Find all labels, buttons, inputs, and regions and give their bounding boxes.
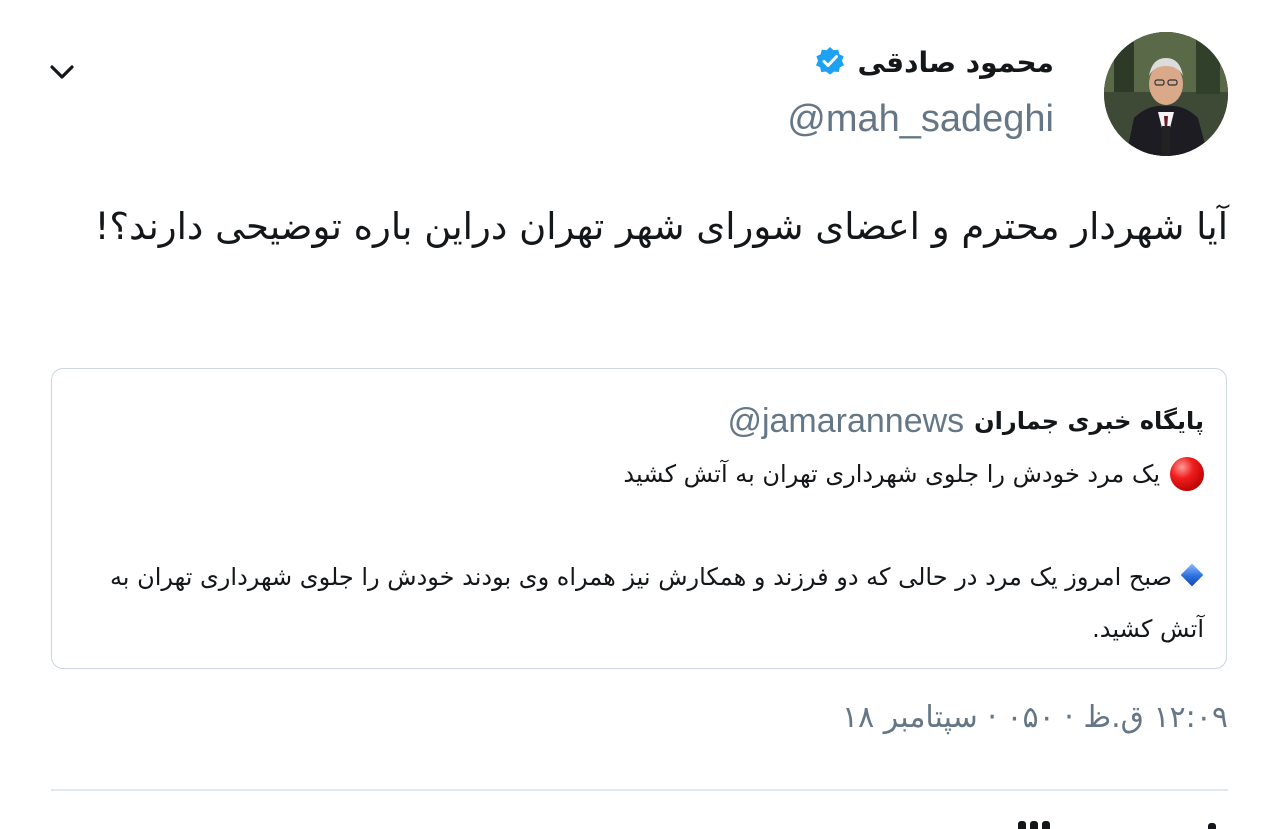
divider	[51, 789, 1228, 791]
author-display-name[interactable]: محمود صادقی	[857, 46, 1054, 79]
avatar-photo	[1104, 32, 1228, 156]
red-circle-icon	[1170, 457, 1204, 491]
verified-badge-icon	[813, 45, 847, 79]
stat-digit-fragment	[1042, 821, 1050, 829]
stats-row-fragment	[1018, 820, 1066, 829]
tweet-text: آیا شهردار محترم و اعضای شورای شهر تهران…	[94, 205, 1228, 248]
quoted-body: صبح امروز یک مرد در حالی که دو فرزند و ه…	[109, 563, 1204, 643]
chevron-down-icon[interactable]	[44, 54, 80, 90]
quoted-author-name: پایگاه خبری جماران	[974, 407, 1204, 435]
quoted-tweet-card[interactable]: پایگاه خبری جماران @jamarannews یک مرد خ…	[51, 368, 1227, 669]
tweet-timestamp[interactable]: ۱۲:۰۹ ق.ظ · ۰۵۰ · سپتامبر ۱۸	[842, 700, 1228, 735]
chevron-down-icon-svg	[50, 65, 74, 79]
author-name-row[interactable]: محمود صادقی	[813, 40, 1054, 84]
quoted-tweet-header: پایگاه خبری جماران @jamarannews	[727, 399, 1204, 443]
tweet-detail: محمود صادقی @mah_sadeghi آیا شهردار محتر…	[0, 0, 1280, 829]
avatar[interactable]	[1104, 32, 1228, 156]
stat-digit-fragment	[1030, 821, 1038, 829]
verified-badge-svg	[816, 47, 845, 75]
quoted-body-paragraph: صبح امروز یک مرد در حالی که دو فرزند و ه…	[104, 551, 1204, 655]
stat-digit-fragment	[1018, 821, 1026, 829]
author-handle[interactable]: @mah_sadeghi	[787, 98, 1054, 141]
stats-row-fragment	[1208, 822, 1228, 829]
quoted-headline: یک مرد خودش را جلوی شهرداری تهران به آتش…	[623, 460, 1160, 488]
stat-digit-fragment	[1208, 823, 1216, 829]
blue-diamond-icon	[1180, 563, 1204, 587]
quoted-author-handle: @jamarannews	[727, 401, 965, 440]
quoted-headline-row: یک مرد خودش را جلوی شهرداری تهران به آتش…	[623, 451, 1204, 497]
